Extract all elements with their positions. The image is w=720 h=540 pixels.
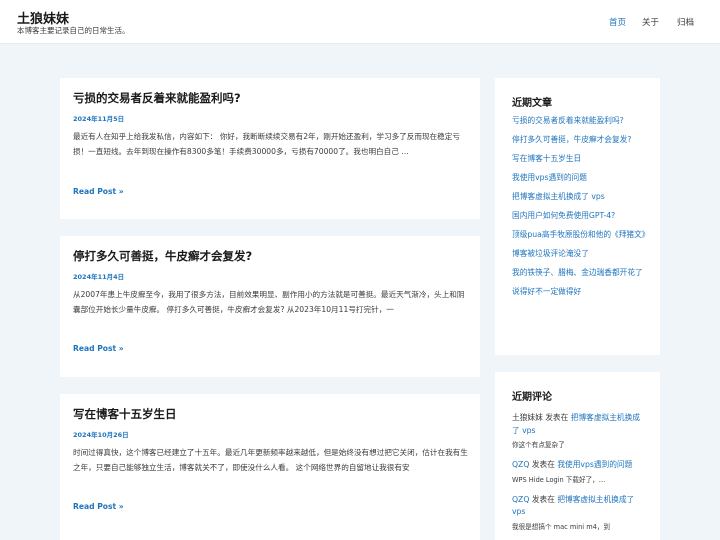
post-excerpt: 时间过得真快，这个博客已经建立了十五年。最近几年更新频率越来越低，但是始终没有想… [73,448,468,472]
read-more-link[interactable]: Read Post » [73,344,124,353]
nav-home[interactable]: 首页 [609,16,626,28]
recent-posts-widget: 近期文章 亏损的交易者反着来就能盈利吗? 停打多久可善挺，牛皮癣才会复发? 写在… [495,78,660,355]
recent-post-link[interactable]: 我使用vps遇到的问题 [512,173,587,182]
recent-posts-title: 近期文章 [512,98,552,109]
read-more-link[interactable]: Read Post » [73,502,124,511]
post-card: 写在博客十五岁生日 2024年10月26日 时间过得真快，这个博客已经建立了十五… [60,394,480,540]
read-more-link[interactable]: Read Post » [73,187,124,196]
comment-author-link[interactable]: QZQ [512,460,529,469]
comment-item: QZQ 发表在 我使用vps遇到的问题 WPS Hide Login 下载好了，… [512,459,647,486]
post-excerpt: 从2007年患上牛皮癣至今，我用了很多方法，目前效果明显、副作用小的方法就是可善… [73,290,465,314]
comment-excerpt: WPS Hide Login 下载好了，… [512,475,606,484]
recent-post-link[interactable]: 说得好不一定做得好 [512,287,581,296]
post-title[interactable]: 写在博客十五岁生日 [73,406,473,422]
comment-item: 土狼妹妹 发表在 把博客虚拟主机换成了 vps 你这个有点复杂了 [512,412,647,451]
recent-post-link[interactable]: 把博客虚拟主机换成了 vps [512,192,605,201]
post-card: 亏损的交易者反着来就能盈利吗? 2024年11月5日 最近有人在知乎上给我发私信… [60,78,480,219]
comment-author: 土狼妹妹 [512,413,543,422]
comment-excerpt: 我很是想搞个 mac mini m4，到 [512,522,611,531]
recent-post-link[interactable]: 停打多久可善挺，牛皮癣才会复发? [512,135,631,144]
recent-post-link[interactable]: 顶级pua高手牧原股份和他的《拜猪文》 [512,230,649,239]
post-date[interactable]: 2024年10月26日 [73,429,129,439]
recent-post-link[interactable]: 写在博客十五岁生日 [512,154,581,163]
recent-comments-list: 土狼妹妹 发表在 把博客虚拟主机换成了 vps 你这个有点复杂了 QZQ 发表在… [512,412,647,540]
post-date[interactable]: 2024年11月5日 [73,113,124,123]
comment-author-link[interactable]: QZQ [512,495,529,504]
recent-comments-widget: 近期评论 土狼妹妹 发表在 把博客虚拟主机换成了 vps 你这个有点复杂了 QZ… [495,372,660,540]
recent-post-link[interactable]: 国内用户如何免费使用GPT-4? [512,211,615,220]
recent-post-link[interactable]: 博客被垃圾评论淹没了 [512,249,589,258]
comment-excerpt: 你这个有点复杂了 [512,441,565,449]
recent-post-link[interactable]: 亏损的交易者反着来就能盈利吗? [512,116,624,125]
recent-posts-list: 亏损的交易者反着来就能盈利吗? 停打多久可善挺，牛皮癣才会复发? 写在博客十五岁… [512,114,649,304]
post-title[interactable]: 停打多久可善挺，牛皮癣才会复发? [73,248,473,264]
recent-post-link[interactable]: 我的铁筷子、腊梅、金边瑞香都开花了 [512,268,643,277]
comment-post-link[interactable]: 我使用vps遇到的问题 [557,460,632,469]
post-card: 停打多久可善挺，牛皮癣才会复发? 2024年11月4日 从2007年患上牛皮癣至… [60,236,480,377]
post-date[interactable]: 2024年11月4日 [73,271,124,281]
post-title[interactable]: 亏损的交易者反着来就能盈利吗? [73,90,473,106]
nav-about[interactable]: 关于 [642,16,659,28]
comment-on-label: 发表在 [531,494,555,504]
comment-item: QZQ 发表在 把博客虚拟主机换成了 vps 我很是想搞个 mac mini m… [512,494,647,533]
site-header: 土狼妹妹 本博客主要记录自己的日常生活。 首页 关于 归档 [0,0,720,44]
site-description: 本博客主要记录自己的日常生活。 [17,26,130,35]
post-excerpt: 最近有人在知乎上给我发私信，内容如下： 你好，我断断续续交易有2年，刚开始还盈利… [73,132,460,156]
recent-comments-title: 近期评论 [512,392,552,403]
comment-post-link[interactable]: 把博客虚拟主机换成了 vps [512,495,634,517]
comment-on-label: 发表在 [545,413,569,422]
nav-archive[interactable]: 归档 [677,16,694,28]
comment-on-label: 发表在 [531,460,555,469]
